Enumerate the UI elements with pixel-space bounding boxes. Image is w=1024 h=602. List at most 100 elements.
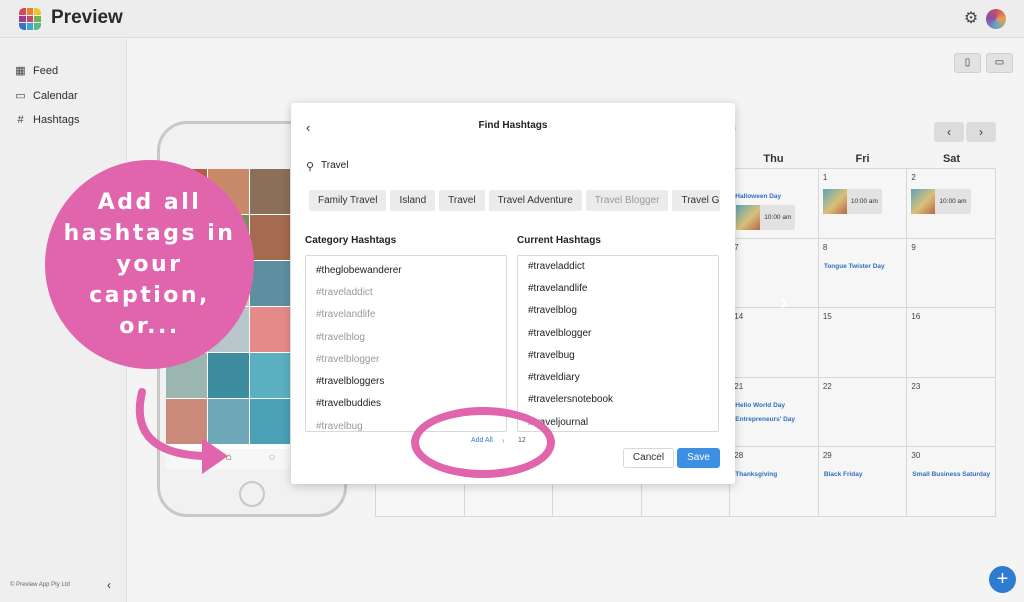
day-number: 15 [822, 312, 832, 322]
list-item[interactable]: #travelblog [528, 305, 577, 316]
scheduled-post[interactable]: 10:00 am [911, 189, 971, 214]
plus-icon: + [996, 568, 1009, 590]
sidebar-item-hashtags[interactable]: # Hashtags [15, 114, 79, 126]
calendar-view-button[interactable]: ▭ [986, 53, 1013, 73]
calendar-cell[interactable]: 1 10:00 am [818, 169, 908, 239]
sidebar-item-label: Calendar [33, 89, 78, 102]
calendar-cell[interactable]: 7 [730, 238, 819, 309]
list-item[interactable]: #travelersnotebook [528, 394, 613, 405]
category-hashtags-title: Category Hashtags [305, 235, 397, 246]
list-item[interactable]: #theglobewanderer [316, 265, 402, 276]
chevron-left-icon: ‹ [947, 125, 951, 139]
save-button[interactable]: Save [677, 448, 720, 468]
day-number: 2 [911, 173, 916, 182]
post-time: 10:00 am [850, 198, 878, 205]
day-number: 23 [911, 381, 921, 391]
search-icon: ⚲ [306, 161, 315, 173]
list-item[interactable]: #travelandlife [528, 283, 587, 294]
calendar-header-fri: Fri [855, 153, 870, 165]
day-number: 28 [734, 451, 744, 461]
calendar-cell[interactable]: 30 Small Business Saturday [907, 447, 996, 517]
app-title: Preview [51, 7, 123, 28]
list-item[interactable]: #travelbloggers [316, 376, 384, 387]
add-post-button[interactable]: + [989, 566, 1016, 593]
avatar[interactable] [986, 9, 1006, 29]
day-number: 29 [822, 451, 832, 461]
scheduled-post[interactable]: 10:00 am [736, 205, 796, 230]
annotation-arrow-icon [135, 388, 228, 474]
post-thumbnail [911, 189, 936, 214]
annotation-ring [411, 407, 555, 478]
phone-icon: ▯ [964, 57, 971, 68]
calendar-cell[interactable]: 16 [907, 308, 996, 378]
calendar-event: Halloween Day [735, 193, 782, 200]
scheduled-post[interactable]: 10:00 am [822, 189, 882, 214]
calendar-icon: ▭ [994, 57, 1005, 68]
day-number: 14 [734, 312, 744, 322]
category-chip[interactable]: Travel [439, 190, 485, 211]
post-thumbnail [822, 189, 847, 214]
calendar-prev-button[interactable]: ‹ [934, 122, 964, 142]
calendar-event: Entrepreneurs' Day [735, 415, 795, 423]
day-number: 8 [822, 242, 828, 252]
current-hashtags-list[interactable]: #traveladdict #travelandlife #travelblog… [517, 255, 719, 432]
calendar-event: Black Friday [823, 471, 863, 479]
calendar-cell[interactable]: 21 Hello World Day Entrepreneurs' Day [730, 377, 819, 448]
calendar-cell[interactable]: 23 [907, 377, 996, 448]
list-item[interactable]: #traveladdict [528, 261, 585, 272]
phone-home-button [239, 481, 265, 507]
sidebar-item-feed[interactable]: ▦ Feed [15, 64, 58, 78]
calendar-cell[interactable]: 15 [818, 308, 908, 378]
cancel-button[interactable]: Cancel [623, 448, 674, 468]
list-item[interactable]: #travelbug [316, 421, 363, 431]
sidebar-item-label: Hashtags [33, 114, 80, 126]
list-item[interactable]: #traveladdict [316, 287, 373, 298]
calendar-cell[interactable]: 8 Tongue Twister Day [818, 238, 908, 309]
calendar-cell[interactable]: Halloween Day 10:00 am [730, 169, 819, 239]
list-item[interactable]: #travelblogger [528, 328, 591, 339]
calendar-cell[interactable]: 28 Thanksgiving [730, 447, 819, 517]
category-hashtags-list[interactable]: #theglobewanderer #traveladdict #travela… [305, 255, 507, 432]
grid-icon: ▦ [15, 65, 26, 77]
day-number: 21 [734, 381, 744, 391]
list-item[interactable]: #traveldiary [528, 372, 580, 383]
top-bar: Preview ⚙ [0, 0, 1024, 38]
annotation-bubble: Add all hashtags in your caption, or... [45, 160, 254, 369]
chevron-right-icon[interactable]: › [780, 289, 787, 315]
calendar-cell[interactable]: 9 [907, 238, 996, 309]
list-item[interactable]: #travelbug [528, 350, 575, 361]
calendar-next-button[interactable]: › [966, 122, 996, 142]
day-number: 30 [911, 451, 921, 461]
annotation-text: Add all hashtags in your caption, or... [63, 190, 236, 339]
day-number: 1 [822, 173, 828, 182]
phone-view-button[interactable]: ▯ [954, 53, 981, 73]
chevron-right-icon: › [979, 125, 983, 139]
category-chip[interactable]: Travel Adventure [488, 190, 582, 211]
category-chip[interactable]: Family Travel [309, 190, 387, 211]
day-number: 22 [822, 381, 832, 391]
copyright-text: © Preview App Pty Ltd [10, 582, 70, 588]
calendar-event: Tongue Twister Day [823, 262, 885, 270]
list-item[interactable]: #travelbuddies [316, 398, 381, 409]
calendar-cell[interactable]: 29 Black Friday [818, 447, 908, 517]
list-item[interactable]: #travelblogger [316, 354, 379, 365]
collapse-sidebar-icon[interactable]: ‹ [107, 578, 111, 592]
current-hashtags-title: Current Hashtags [517, 235, 601, 246]
calendar-cell[interactable]: 22 [818, 377, 908, 448]
search-input[interactable] [321, 160, 701, 171]
list-item[interactable]: #travelandlife [316, 309, 375, 320]
calendar-event: Hello World Day [735, 401, 786, 409]
hashtag-category-chips: Family Travel Island Travel Travel Adven… [309, 190, 720, 212]
calendar-cell[interactable]: 2 10:00 am [907, 169, 996, 239]
calendar-cell[interactable]: 14 [730, 308, 819, 378]
category-chip[interactable]: Travel G [672, 190, 720, 211]
list-item[interactable]: #travelblog [316, 332, 365, 343]
calendar-header-thu: Thu [763, 153, 784, 165]
sidebar-item-calendar[interactable]: ▭ Calendar [15, 89, 78, 103]
calendar-header-sat: Sat [942, 153, 961, 165]
gear-icon[interactable]: ⚙ [962, 10, 980, 28]
calendar-icon: ▭ [15, 90, 26, 102]
category-chip[interactable]: Travel Blogger [585, 190, 669, 211]
modal-title: Find Hashtags [478, 120, 548, 131]
category-chip[interactable]: Island [390, 190, 436, 211]
